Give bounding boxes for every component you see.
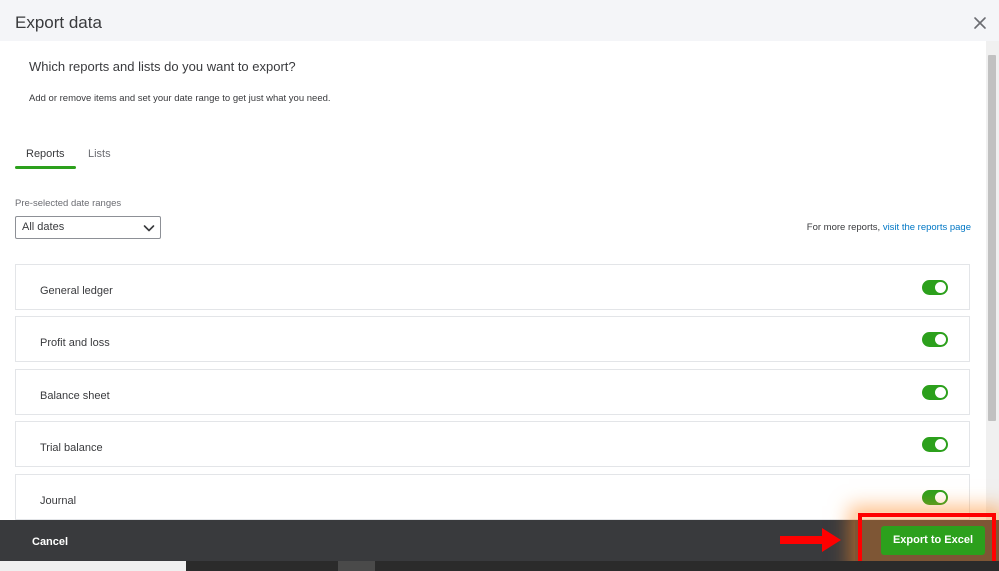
report-toggle[interactable] [922, 332, 948, 347]
red-arrow-icon [780, 528, 841, 552]
modal-footer: Cancel [0, 520, 999, 565]
toggle-knob [935, 282, 946, 293]
more-reports-prefix: For more reports, [806, 222, 883, 233]
export-question: Which reports and lists do you want to e… [29, 59, 296, 74]
date-range-value: All dates [22, 221, 65, 233]
report-label: Balance sheet [40, 390, 110, 402]
taskbar-left [0, 561, 186, 571]
report-row-profit-and-loss: Profit and loss [15, 316, 970, 362]
taskbar-strip [0, 561, 999, 571]
date-range-select[interactable]: All dates [15, 216, 161, 239]
toggle-knob [935, 439, 946, 450]
tab-lists[interactable]: Lists [88, 148, 111, 160]
report-row-journal: Journal [15, 474, 970, 520]
tab-reports[interactable]: Reports [26, 148, 65, 160]
close-icon[interactable] [970, 13, 990, 33]
toggle-knob [935, 492, 946, 503]
active-tab-indicator [15, 166, 76, 169]
scrollbar-thumb[interactable] [988, 55, 996, 421]
report-toggle[interactable] [922, 490, 948, 505]
report-row-general-ledger: General ledger [15, 264, 970, 310]
report-toggle[interactable] [922, 437, 948, 452]
report-label: Profit and loss [40, 337, 110, 349]
date-range-label: Pre-selected date ranges [15, 198, 122, 209]
toggle-knob [935, 334, 946, 345]
more-reports-text: For more reports, visit the reports page [807, 222, 971, 233]
export-data-modal: Export data Which reports and lists do y… [0, 4, 999, 571]
reports-page-link[interactable]: visit the reports page [883, 222, 971, 233]
report-label: Trial balance [40, 442, 103, 454]
report-row-trial-balance: Trial balance [15, 421, 970, 467]
report-row-balance-sheet: Balance sheet [15, 369, 970, 415]
report-label: General ledger [40, 285, 113, 297]
taskbar-item [338, 561, 375, 571]
export-subtitle: Add or remove items and set your date ra… [29, 93, 331, 104]
chevron-down-icon [143, 225, 155, 232]
cancel-button[interactable]: Cancel [32, 536, 68, 548]
toggle-knob [935, 387, 946, 398]
report-toggle[interactable] [922, 385, 948, 400]
modal-header: Export data [0, 4, 999, 41]
modal-title: Export data [15, 13, 102, 32]
report-toggle[interactable] [922, 280, 948, 295]
modal-body: Which reports and lists do you want to e… [0, 41, 999, 520]
report-label: Journal [40, 495, 77, 507]
